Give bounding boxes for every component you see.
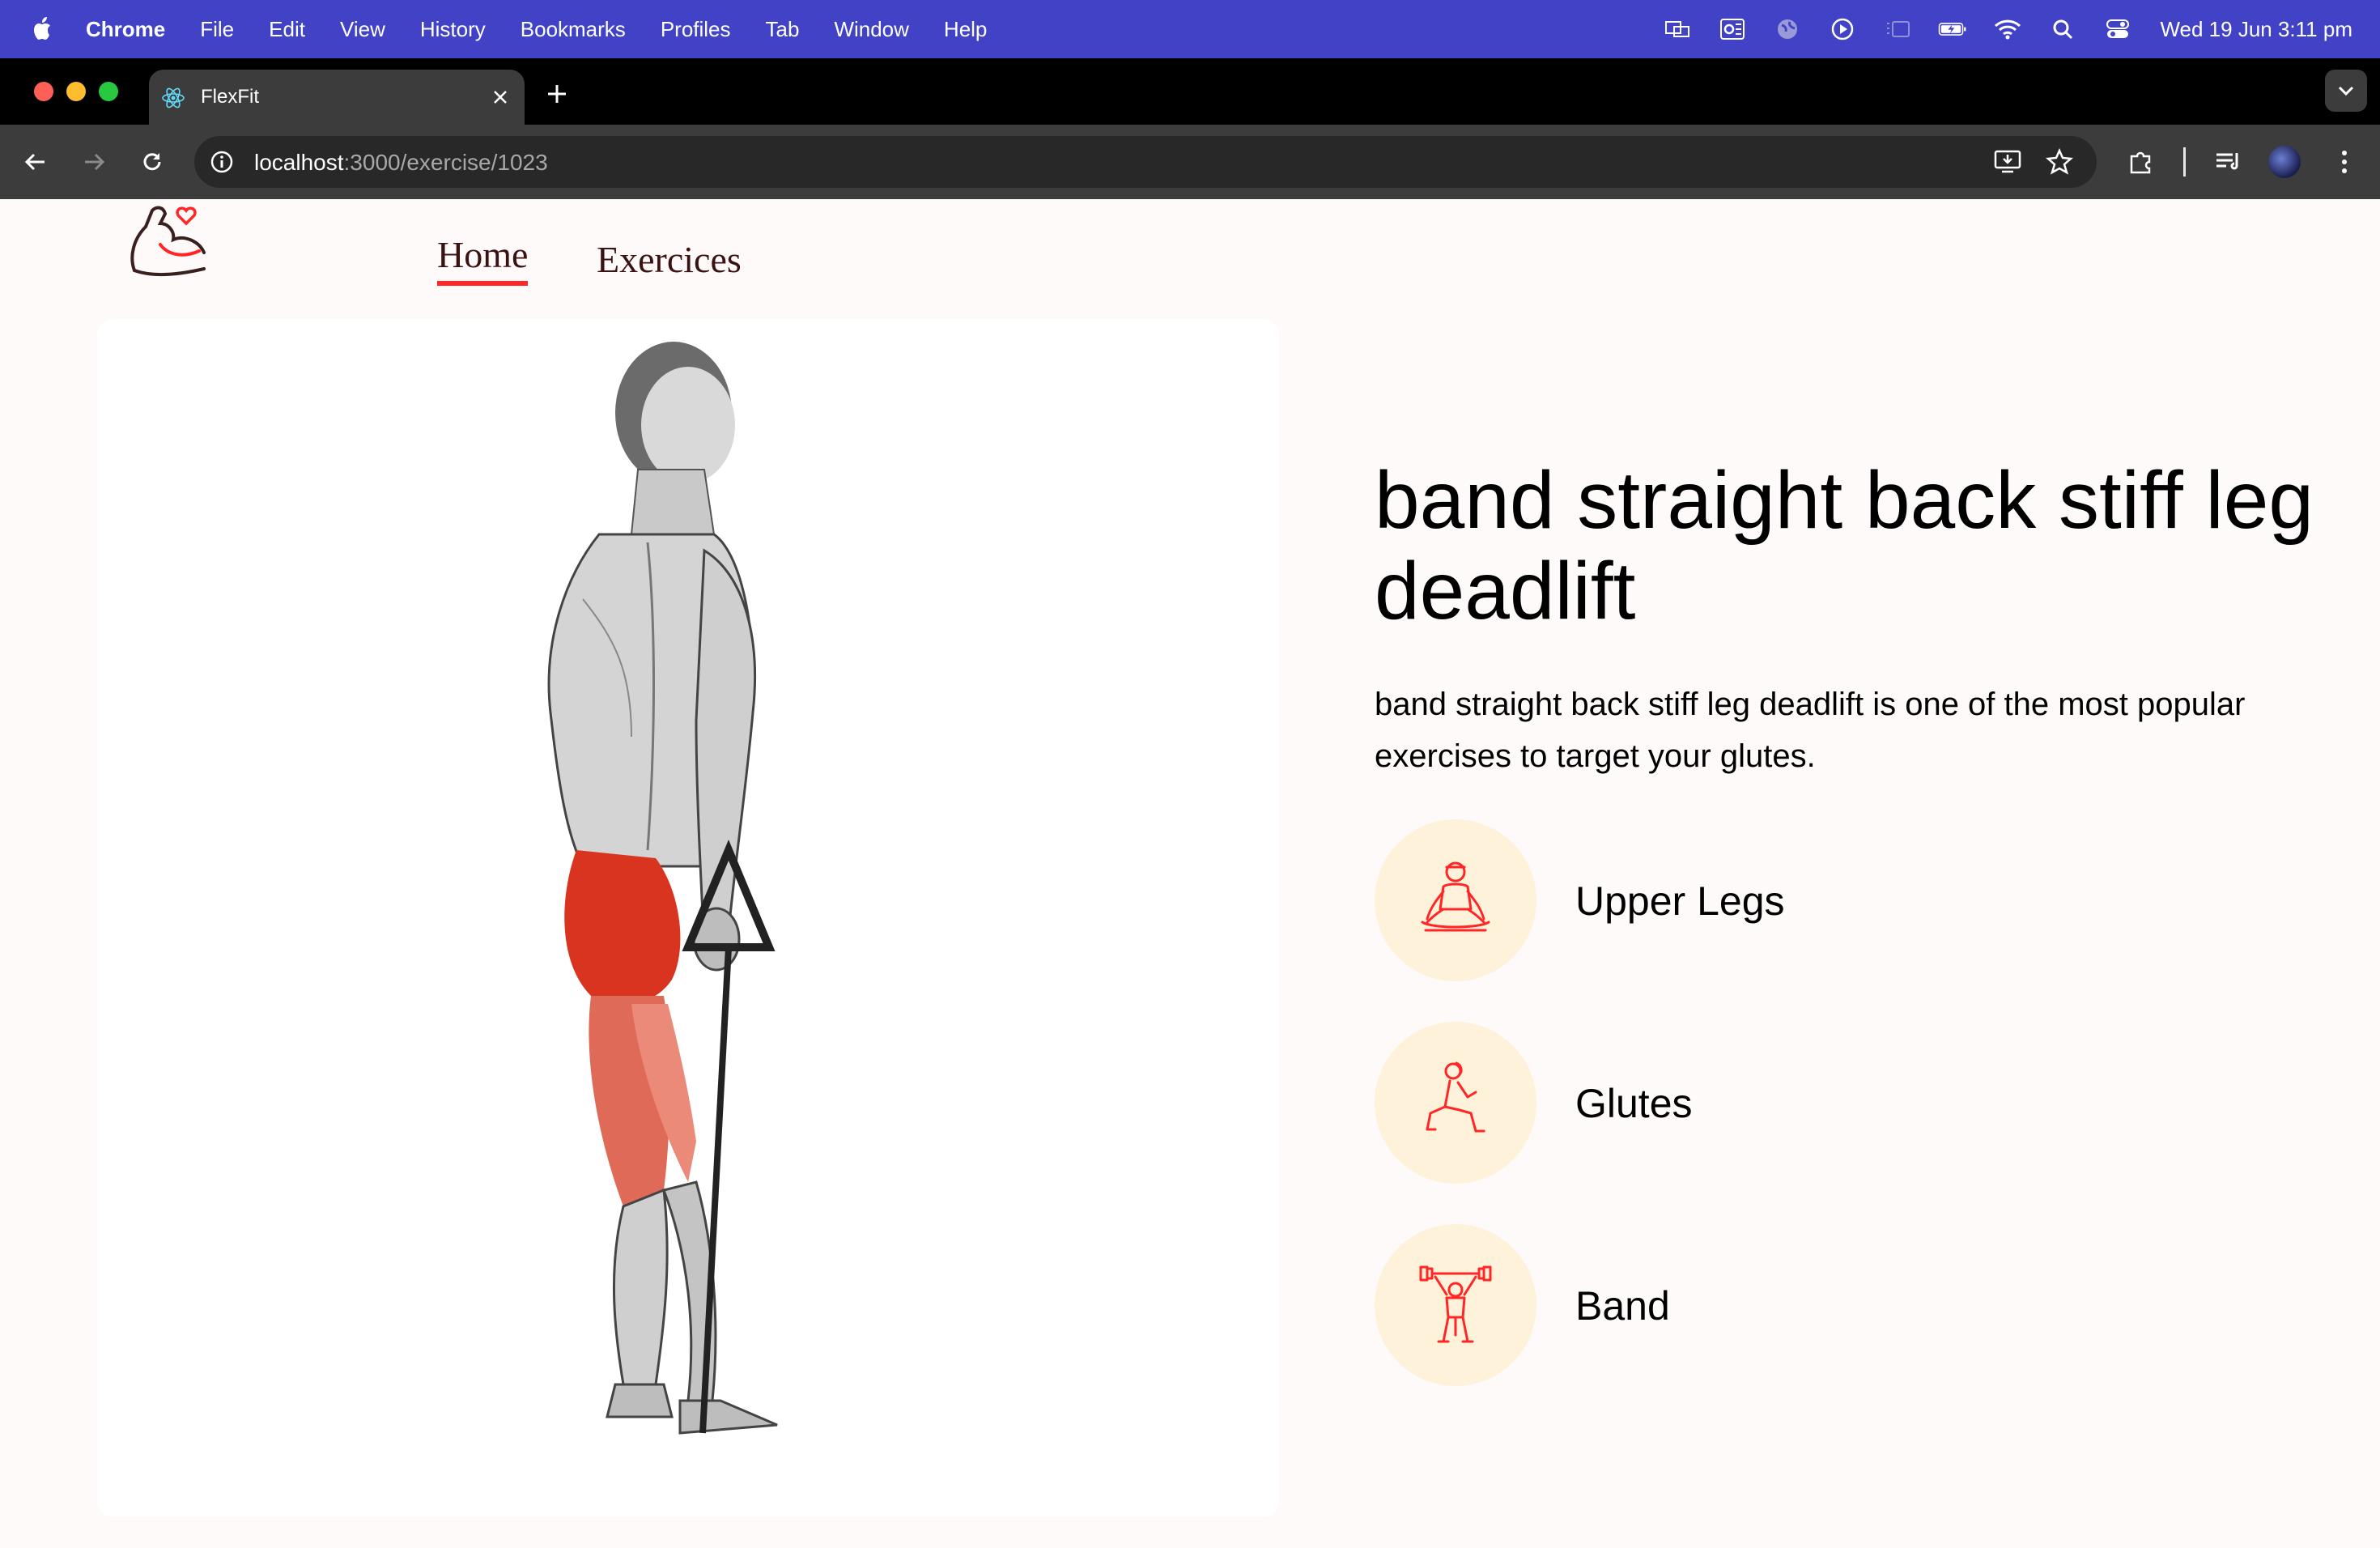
site-navbar: Home Exercices [0,199,1279,319]
back-arrow-icon[interactable] [19,146,52,178]
detail-chip-target: Glutes [1375,1022,2103,1184]
detail-label-target: Glutes [1575,1081,1693,1126]
page-content: Home Exercices band straight back stiff … [0,199,2380,1548]
macos-menu-bar: Chrome File Edit View History Bookmarks … [0,0,2380,58]
tab-title: FlexFit [201,86,259,108]
reload-icon[interactable] [136,146,168,178]
new-tab-plus-icon[interactable] [541,78,573,110]
globe-icon[interactable] [1773,17,1802,41]
exercise-demo-figure [534,332,890,1465]
menu-tab[interactable]: Tab [766,17,800,42]
target-muscle-icon [1375,1022,1536,1184]
extensions-puzzle-icon[interactable] [2124,146,2157,178]
window-close-button[interactable] [34,82,53,101]
window-zoom-button[interactable] [99,82,118,101]
apple-icon[interactable] [31,15,55,43]
control-center-icon[interactable] [2103,17,2132,41]
stage-manager-icon[interactable] [1883,17,1912,41]
detail-label-equipment: Band [1575,1283,1670,1329]
menu-window[interactable]: Window [834,17,908,42]
menu-edit[interactable]: Edit [269,17,305,42]
body-part-icon [1375,819,1536,981]
tab-search-chevron-icon[interactable] [2325,70,2367,112]
nav-exercises-link[interactable]: Exercices [597,238,742,281]
menu-help[interactable]: Help [944,17,987,42]
menu-profiles[interactable]: Profiles [661,17,731,42]
url-path: :3000/exercise/1023 [343,150,548,175]
bookmark-star-icon[interactable] [2045,147,2074,176]
detail-chip-equipment: Band [1375,1224,2103,1386]
play-circle-icon[interactable] [1828,17,1857,41]
url-host: localhost [254,150,344,175]
address-bar[interactable]: localhost:3000/exercise/1023 [194,136,2097,188]
more-menu-icon[interactable] [2328,146,2361,178]
install-app-icon[interactable] [1993,147,2022,176]
forward-arrow-icon[interactable] [78,146,110,178]
exercise-title: band straight back stiff leg deadlift [1375,455,2314,636]
react-favicon-icon [160,85,186,111]
menu-clock[interactable]: Wed 19 Jun 3:11 pm [2160,17,2352,42]
menu-app-name[interactable]: Chrome [86,17,165,42]
spotlight-search-icon[interactable] [2048,17,2077,41]
wifi-icon[interactable] [1993,17,2022,41]
screen-mirror-icon[interactable] [1663,17,1692,41]
tab-close-icon[interactable] [487,84,513,110]
browser-tab-active[interactable]: FlexFit [149,70,525,125]
menu-file[interactable]: File [200,17,234,42]
browser-toolbar: localhost:3000/exercise/1023 [0,125,2380,199]
toolbar-separator [2183,147,2186,176]
flexfit-logo-icon[interactable] [128,199,209,280]
site-info-icon[interactable] [209,149,235,175]
menu-view[interactable]: View [340,17,385,42]
exercise-description: band straight back stiff leg deadlift is… [1375,687,2246,774]
reading-list-icon[interactable] [2212,146,2244,178]
battery-icon[interactable] [1938,17,1967,41]
equipment-icon [1375,1224,1536,1386]
profile-avatar[interactable] [2268,146,2301,178]
outlook-icon[interactable] [1718,17,1747,41]
url-text[interactable]: localhost:3000/exercise/1023 [254,150,548,176]
window-minimize-button[interactable] [66,82,86,101]
menu-history[interactable]: History [420,17,486,42]
detail-label-body-part: Upper Legs [1575,878,1785,924]
nav-home-link[interactable]: Home [437,233,529,286]
detail-chip-body-part: Upper Legs [1375,819,2103,981]
exercise-image-panel [97,319,1279,1517]
menu-bookmarks[interactable]: Bookmarks [521,17,626,42]
browser-tab-strip: FlexFit [0,58,2380,125]
